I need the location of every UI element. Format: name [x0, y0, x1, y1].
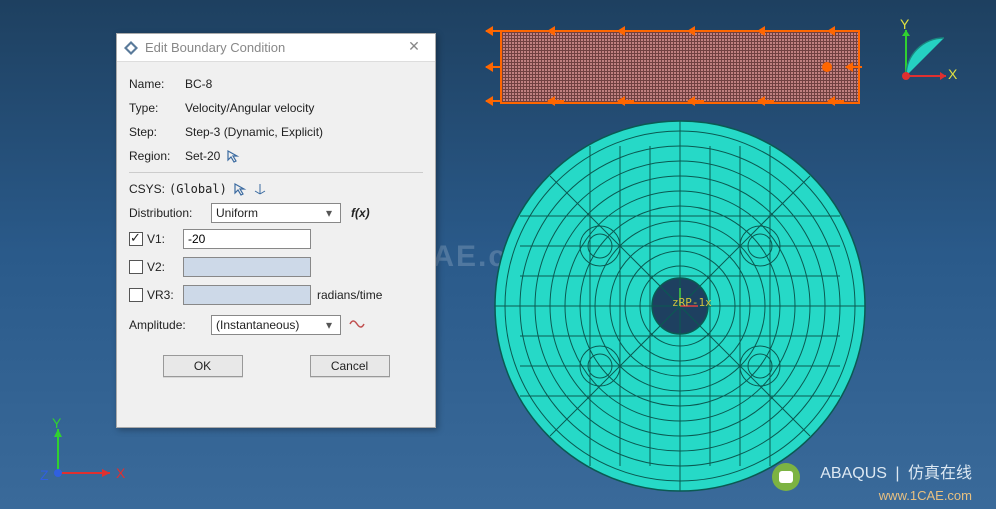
watermark-brand-right: 仿真在线: [908, 465, 972, 482]
v1-input[interactable]: [183, 229, 311, 249]
vr3-label: VR3:: [147, 288, 183, 302]
csys-value: (Global): [169, 182, 227, 196]
dialog-title: Edit Boundary Condition: [145, 40, 399, 55]
datum-csys-icon[interactable]: [253, 182, 267, 196]
chevron-down-icon: ▾: [322, 318, 336, 332]
step-value: Step-3 (Dynamic, Explicit): [185, 125, 423, 139]
rectangular-mesh-part[interactable]: [500, 30, 860, 104]
fx-icon[interactable]: f(x): [351, 206, 370, 220]
pick-region-icon[interactable]: [226, 149, 240, 163]
global-triad: X Y Z: [40, 421, 130, 491]
dialog-titlebar[interactable]: Edit Boundary Condition ✕: [117, 34, 435, 62]
amplitude-label: Amplitude:: [129, 318, 211, 332]
v2-checkbox[interactable]: [129, 260, 143, 274]
region-label: Region:: [129, 149, 185, 163]
v2-input[interactable]: [183, 257, 311, 277]
bc-arrow-icon: [840, 62, 862, 72]
bc-arrow-icon: [542, 26, 564, 36]
view-triad-top-right: X Y: [886, 18, 956, 98]
distribution-label: Distribution:: [129, 206, 211, 220]
bc-arrow-icon: [612, 26, 634, 36]
pick-csys-icon[interactable]: [233, 182, 247, 196]
bc-arrow-icon: [752, 26, 774, 36]
bc-arrow-icon: [480, 26, 502, 36]
cancel-button[interactable]: Cancel: [310, 355, 390, 377]
vr3-unit: radians/time: [317, 288, 382, 302]
bc-arrow-icon: [480, 96, 502, 106]
chevron-down-icon: ▾: [322, 206, 336, 220]
amplitude-value: (Instantaneous): [216, 318, 322, 332]
bc-arrow-icon: [752, 96, 774, 106]
v1-label: V1:: [147, 232, 183, 246]
name-label: Name:: [129, 77, 185, 91]
watermark-brand: ABAQUS | 仿真在线: [820, 459, 972, 483]
axis-y-label: Y: [900, 16, 909, 32]
region-value: Set-20: [185, 149, 220, 163]
bc-arrow-icon: [682, 96, 704, 106]
vr3-checkbox[interactable]: [129, 288, 143, 302]
watermark-brand-left: ABAQUS: [820, 465, 887, 482]
csys-label: CSYS:: [129, 182, 169, 196]
watermark-url: www.1CAE.com: [879, 488, 972, 503]
bc-arrow-icon: [480, 62, 502, 72]
app-icon: [123, 40, 139, 56]
distribution-value: Uniform: [216, 206, 322, 220]
ok-button[interactable]: OK: [163, 355, 243, 377]
step-label: Step:: [129, 125, 185, 139]
distribution-select[interactable]: Uniform ▾: [211, 203, 341, 223]
v2-label: V2:: [147, 260, 183, 274]
bc-arrow-icon: [822, 96, 844, 106]
bc-arrow-icon: [682, 26, 704, 36]
type-label: Type:: [129, 101, 185, 115]
mesh-grid: [502, 32, 858, 102]
vr3-input[interactable]: [183, 285, 311, 305]
wechat-icon: [772, 463, 800, 491]
create-amplitude-icon[interactable]: [349, 317, 365, 334]
axis-y-label: Y: [52, 415, 61, 431]
bc-node-icon: [822, 62, 832, 72]
amplitude-select[interactable]: (Instantaneous) ▾: [211, 315, 341, 335]
bc-arrow-icon: [542, 96, 564, 106]
axis-z-label: Z: [40, 467, 49, 483]
close-button[interactable]: ✕: [399, 38, 429, 58]
edit-boundary-condition-dialog: Edit Boundary Condition ✕ Name: BC-8 Typ…: [116, 33, 436, 428]
bc-arrow-icon: [822, 26, 844, 36]
v1-checkbox[interactable]: [129, 232, 143, 246]
reference-point-label: zRP-1x: [672, 296, 712, 309]
axis-x-label: X: [116, 465, 125, 481]
type-value: Velocity/Angular velocity: [185, 101, 423, 115]
axis-x-label: X: [948, 66, 957, 82]
name-value: BC-8: [185, 77, 423, 91]
bc-arrow-icon: [612, 96, 634, 106]
